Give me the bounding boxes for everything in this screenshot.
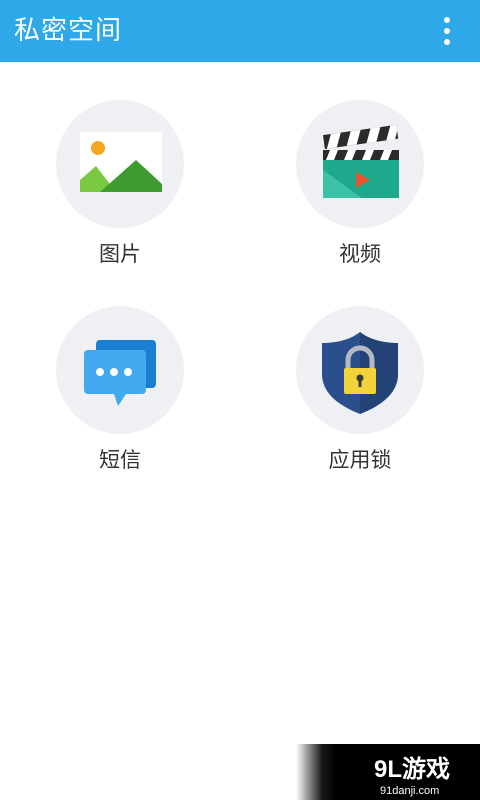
chat-bubbles-icon xyxy=(84,340,156,406)
photos-icon-circle xyxy=(56,100,184,228)
grid-item-videos[interactable]: 视频 xyxy=(280,100,440,290)
app-screen: 私密空间 图片 视频 短信 应用锁 9L游戏 91danji.com xyxy=(0,0,480,800)
more-options-button[interactable] xyxy=(430,14,464,48)
grid-item-app-lock[interactable]: 应用锁 xyxy=(280,306,440,496)
image-icon xyxy=(80,132,162,192)
watermark-brand: 9L游戏 xyxy=(374,755,450,783)
site-watermark: 9L游戏 91danji.com xyxy=(296,744,480,800)
app-lock-label: 应用锁 xyxy=(328,448,392,472)
videos-icon-circle xyxy=(296,100,424,228)
photos-label: 图片 xyxy=(99,242,141,266)
shield-lock-icon xyxy=(322,332,398,414)
videos-label: 视频 xyxy=(339,242,381,266)
grid-item-photos[interactable]: 图片 xyxy=(40,100,200,290)
clapperboard-icon xyxy=(322,124,399,198)
app-title: 私密空间 xyxy=(14,16,123,46)
watermark-url: 91danji.com xyxy=(380,785,439,797)
sms-label: 短信 xyxy=(99,448,141,472)
app-lock-icon-circle xyxy=(296,306,424,434)
app-bar: 私密空间 xyxy=(0,0,480,62)
sms-icon-circle xyxy=(56,306,184,434)
grid-item-sms[interactable]: 短信 xyxy=(40,306,200,496)
watermark-logo: 9L游戏 91danji.com xyxy=(374,755,450,797)
